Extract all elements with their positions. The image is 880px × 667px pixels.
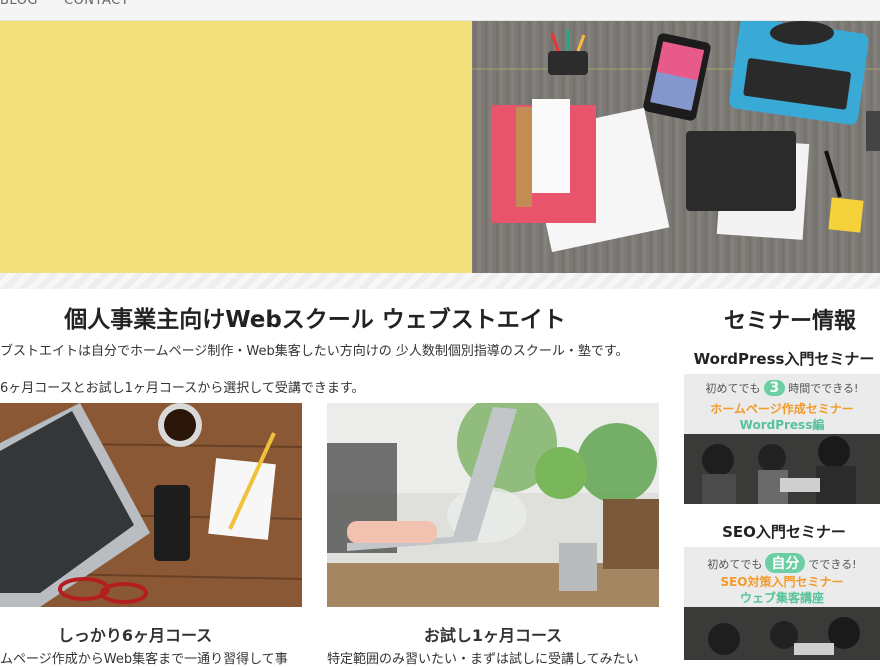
sidebar-title: セミナー情報	[723, 309, 856, 334]
banner-line-2: ホームページ作成セミナー	[710, 402, 854, 416]
red-binder-icon	[492, 99, 596, 223]
intro-text-2: 6ヶ月コースとお試し1ヶ月コースから選択して受講できます。	[0, 381, 365, 396]
course-1month-title[interactable]: お試し1ヶ月コース	[327, 622, 659, 646]
pencil-cup-icon	[548, 29, 588, 75]
course-1month-desc: 特定範囲のみ習いたい・まずは試しに受講してみたい	[327, 652, 639, 667]
nav-blog-link[interactable]: BLOG	[0, 0, 38, 8]
sticky-note-icon	[828, 197, 864, 233]
phone-icon	[154, 485, 190, 561]
typewriter-icon	[729, 21, 869, 125]
intro-text-1: ブストエイトは自分でホームページ制作・Web集客したい方向けの 少人数制個別指導…	[0, 344, 629, 359]
banner-text: 時間でできる!	[788, 382, 859, 395]
tablet-icon	[686, 131, 810, 240]
banner-line-1: 初めてでも 自分 でできる!	[684, 553, 880, 573]
banner-text: 初めてでも	[707, 558, 763, 571]
course-6month-image[interactable]	[0, 403, 302, 607]
banner-line-1: 初めてでも 3 時間でできる!	[684, 380, 880, 396]
banner-text: でできる!	[808, 558, 857, 571]
nav-contact-link[interactable]: CONTACT	[64, 0, 129, 8]
hero-divider	[0, 273, 880, 289]
banner-line-3: ウェブ集客講座	[739, 591, 824, 605]
watering-can-icon	[559, 543, 597, 591]
seminar-seo-label[interactable]: SEO入門セミナー	[684, 521, 880, 542]
page-title: 個人事業主向けWebスクール ウェブストエイト	[64, 307, 566, 333]
hero-desk-panel	[472, 21, 880, 273]
marker-icon	[824, 150, 842, 198]
seminar-wordpress-label[interactable]: WordPress入門セミナー	[684, 348, 880, 369]
top-nav: BLOG CONTACT	[0, 0, 880, 21]
banner-text: 初めてでも	[705, 382, 761, 395]
banner-highlight: 自分	[765, 553, 806, 573]
course-6month-title[interactable]: しっかり6ヶ月コース	[0, 622, 270, 646]
course-6month-desc: ムページ作成からWeb集客まで一通り習得して事	[0, 652, 288, 667]
banner-line-2: SEO対策入門セミナー	[720, 575, 844, 589]
laptop-desk-photo	[0, 403, 302, 607]
course-1month-image[interactable]	[327, 403, 659, 607]
seminar-seo-banner[interactable]: 初めてでも 自分 でできる! SEO対策入門セミナー ウェブ集客講座	[684, 547, 880, 660]
hero-image	[0, 21, 880, 273]
smartphone-icon	[643, 33, 711, 121]
laptop-plants-photo	[327, 403, 659, 607]
banner-line-3: WordPress編	[739, 418, 825, 432]
desk-illustration	[472, 21, 880, 253]
hero-yellow-panel	[0, 21, 472, 273]
banner-highlight: 3	[763, 380, 786, 396]
seminar-wordpress-banner[interactable]: 初めてでも 3 時間でできる! ホームページ作成セミナー WordPress編	[684, 374, 880, 504]
